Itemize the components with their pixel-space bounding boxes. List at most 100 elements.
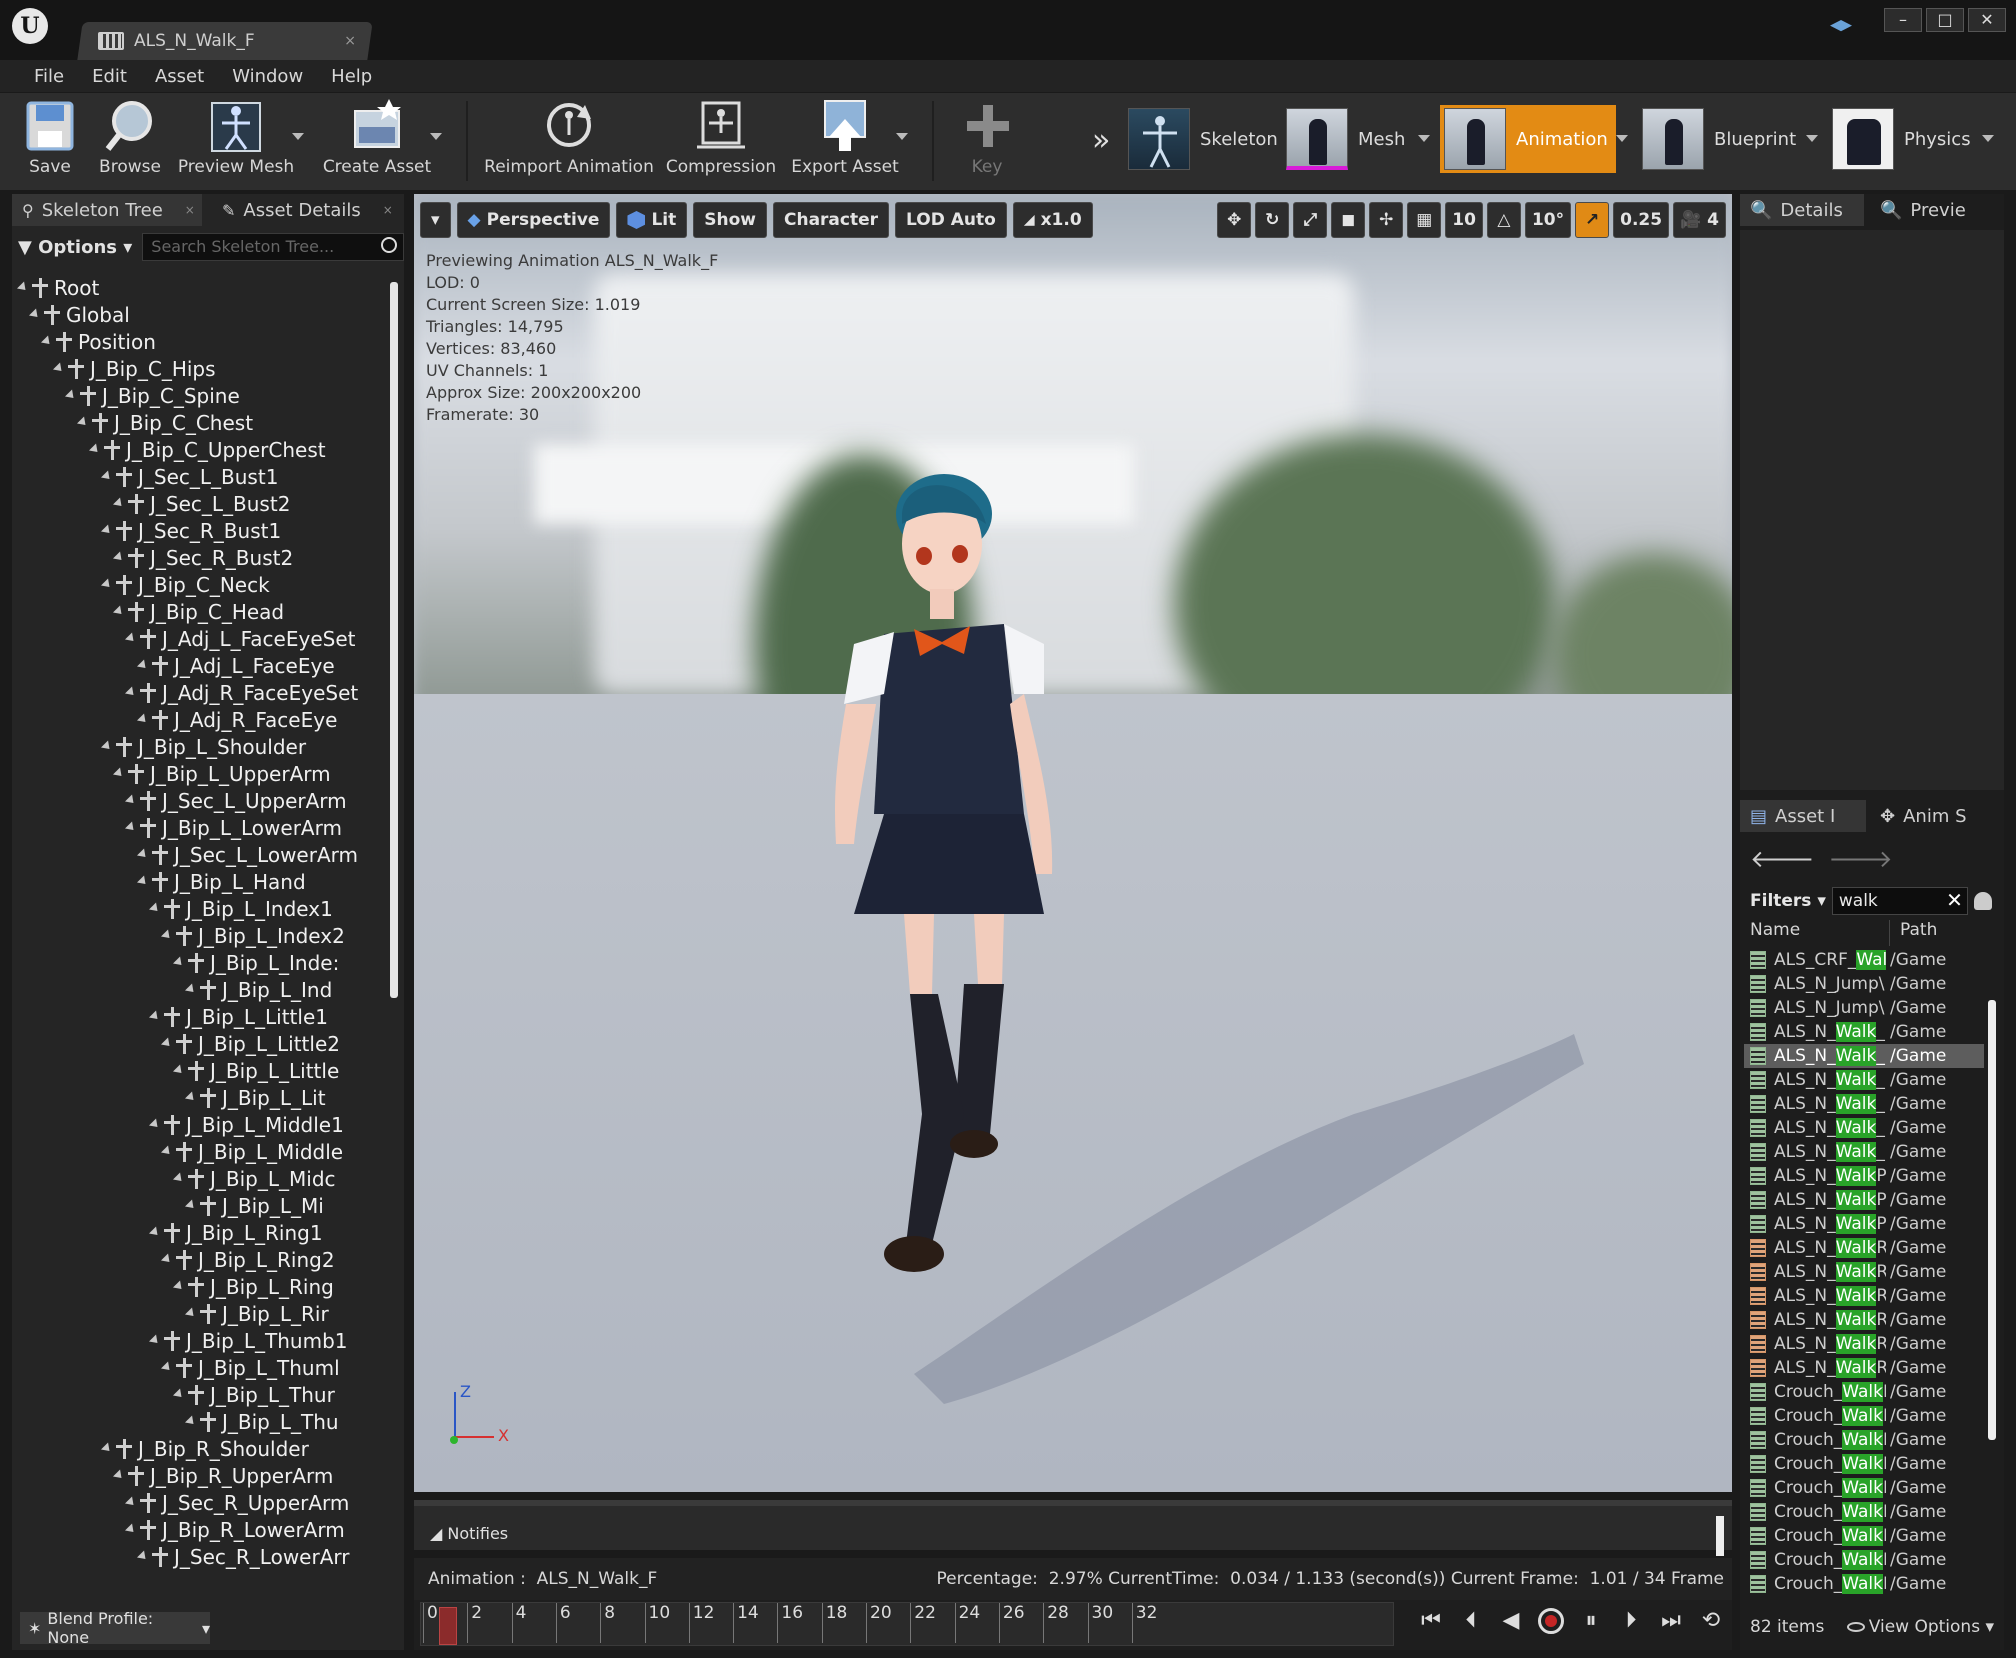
bone-row[interactable]: J_Bip_R_Shoulder	[100, 1435, 309, 1462]
menu-edit[interactable]: Edit	[78, 66, 141, 87]
physics-dropdown-icon[interactable]	[1982, 135, 1994, 142]
user-filter-icon[interactable]	[1973, 892, 1992, 910]
expand-arrow-icon[interactable]	[100, 1442, 114, 1455]
expand-arrow-icon[interactable]	[124, 794, 138, 807]
blend-profile-dropdown[interactable]: ✶ Blend Profile: None ▾	[20, 1609, 210, 1647]
asset-row[interactable]: ALS_N_Walk_/Game	[1744, 1140, 1984, 1164]
asset-row[interactable]: ALS_N_Walk_/Game	[1744, 1020, 1984, 1044]
asset-row[interactable]: ALS_N_WalkR/Game	[1744, 1260, 1984, 1284]
forward-arrow-icon[interactable]: 🡒	[1828, 844, 1892, 873]
grid-snap-icon[interactable]: ▦	[1407, 202, 1442, 238]
menu-asset[interactable]: Asset	[141, 66, 218, 87]
asset-row[interactable]: Crouch_WalkF/Game	[1744, 1524, 1984, 1548]
bone-row[interactable]: J_Bip_L_Ring2	[160, 1246, 335, 1273]
tab-preview-settings[interactable]: 🔍 Previe	[1870, 194, 2000, 226]
character-button[interactable]: Character	[773, 202, 890, 238]
blueprint-dropdown-icon[interactable]	[1806, 135, 1818, 142]
expand-arrow-icon[interactable]	[148, 1226, 162, 1239]
bone-row[interactable]: J_Bip_L_Little1	[148, 1003, 328, 1030]
bone-row[interactable]: J_Sec_L_LowerArm	[136, 841, 358, 868]
expand-arrow-icon[interactable]	[148, 1118, 162, 1131]
tab-details[interactable]: 🔍 Details	[1740, 194, 1864, 226]
expand-arrow-icon[interactable]	[88, 443, 102, 456]
asset-row[interactable]: ALS_N_Jump\/Game	[1744, 996, 1984, 1020]
expand-arrow-icon[interactable]	[160, 1361, 174, 1374]
asset-row[interactable]: Crouch_WalkF/Game	[1744, 1476, 1984, 1500]
expand-arrow-icon[interactable]	[100, 470, 114, 483]
expand-arrow-icon[interactable]	[124, 686, 138, 699]
asset-row[interactable]: ALS_N_Jump\/Game	[1744, 972, 1984, 996]
perspective-button[interactable]: ◆ Perspective	[456, 202, 611, 238]
expand-arrow-icon[interactable]	[172, 1388, 186, 1401]
pause-icon[interactable]: ⏸	[1578, 1608, 1604, 1634]
reimport-animation-button[interactable]: Reimport Animation	[484, 97, 654, 185]
bone-row[interactable]: J_Bip_L_Ring1	[148, 1219, 323, 1246]
expand-arrow-icon[interactable]	[184, 1415, 198, 1428]
expand-arrow-icon[interactable]	[124, 1496, 138, 1509]
bone-row[interactable]: J_Bip_C_Spine	[64, 382, 240, 409]
bone-row[interactable]: J_Bip_C_Chest	[76, 409, 253, 436]
compression-button[interactable]: Compression	[666, 97, 776, 185]
expand-arrow-icon[interactable]	[160, 1253, 174, 1266]
menu-file[interactable]: File	[20, 66, 78, 87]
scale-snap-icon[interactable]: ↗	[1575, 202, 1610, 238]
asset-row[interactable]: Crouch_WalkF/Game	[1744, 1500, 1984, 1524]
expand-arrow-icon[interactable]	[16, 281, 30, 294]
mode-blueprint-button[interactable]: Blueprint	[1638, 105, 1804, 173]
expand-arrow-icon[interactable]	[100, 578, 114, 591]
asset-row[interactable]: Crouch_WalkE/Game	[1744, 1452, 1984, 1476]
expand-arrow-icon[interactable]	[64, 389, 78, 402]
key-button[interactable]: Key	[954, 97, 1020, 185]
bone-row[interactable]: J_Sec_R_Bust2	[112, 544, 293, 571]
bone-row[interactable]: J_Bip_C_Neck	[100, 571, 270, 598]
expand-arrow-icon[interactable]	[148, 1010, 162, 1023]
lod-button[interactable]: LOD Auto	[895, 202, 1007, 238]
viewport-options-dropdown[interactable]: ▾	[420, 202, 451, 238]
tab-close-icon[interactable]: ×	[383, 203, 393, 217]
bone-row[interactable]: J_Sec_R_UpperArm	[124, 1489, 349, 1516]
export-dropdown-icon[interactable]	[896, 133, 908, 140]
expand-arrow-icon[interactable]	[100, 740, 114, 753]
bone-row[interactable]: J_Bip_L_Shoulder	[100, 733, 306, 760]
asset-row[interactable]: ALS_N_Walk_/Game	[1744, 1044, 1984, 1068]
chevron-right-icon[interactable]: »	[1092, 123, 1110, 158]
expand-arrow-icon[interactable]	[148, 902, 162, 915]
create-asset-dropdown-icon[interactable]	[430, 133, 442, 140]
surface-snap-icon[interactable]: ✢	[1369, 202, 1404, 238]
bone-row[interactable]: J_Bip_L_Rir	[184, 1300, 329, 1327]
bone-row[interactable]: J_Bip_L_Middle1	[148, 1111, 344, 1138]
expand-arrow-icon[interactable]	[112, 767, 126, 780]
graduation-cap-icon[interactable]	[1830, 20, 1852, 32]
bone-row[interactable]: J_Bip_L_Index1	[148, 895, 333, 922]
bone-row[interactable]: J_Bip_L_Thumb1	[148, 1327, 347, 1354]
notifies-label[interactable]: ◢ Notifies	[430, 1524, 508, 1543]
bone-row[interactable]: J_Bip_L_Little2	[160, 1030, 340, 1057]
bone-row[interactable]: J_Bip_L_Lit	[184, 1084, 326, 1111]
expand-arrow-icon[interactable]	[160, 929, 174, 942]
mode-physics-button[interactable]: Physics	[1828, 105, 1979, 173]
bone-row[interactable]: J_Bip_R_Hand	[138, 1570, 308, 1574]
bone-row[interactable]: Position	[40, 328, 156, 355]
asset-row[interactable]: Crouch_WalkF/Game	[1744, 1572, 1984, 1596]
bone-row[interactable]: J_Bip_L_Ind	[184, 976, 332, 1003]
close-window-button[interactable]: ✕	[1968, 8, 2006, 32]
tab-asset-details[interactable]: ✎ Asset Details ×	[212, 194, 404, 226]
mode-mesh-button[interactable]: Mesh	[1282, 105, 1413, 173]
bone-row[interactable]: Root	[16, 274, 99, 301]
bone-row[interactable]: J_Bip_L_Midc	[172, 1165, 336, 1192]
expand-arrow-icon[interactable]	[148, 1334, 162, 1347]
asset-row[interactable]: ALS_N_WalkR/Game	[1744, 1308, 1984, 1332]
bone-row[interactable]: J_Bip_L_Thuml	[160, 1354, 340, 1381]
show-button[interactable]: Show	[693, 202, 767, 238]
step-forward-icon[interactable]: ⏵	[1618, 1608, 1644, 1634]
tab-close-icon[interactable]: ×	[344, 33, 356, 49]
menu-window[interactable]: Window	[218, 66, 317, 87]
world-local-icon[interactable]: ◼	[1331, 202, 1366, 238]
skip-to-end-icon[interactable]: ⏭	[1658, 1608, 1684, 1634]
rotation-snap-icon[interactable]: △	[1486, 202, 1521, 238]
mode-skeleton-button[interactable]: Skeleton	[1124, 105, 1286, 173]
asset-search-input[interactable]: walk ✕	[1831, 887, 1968, 915]
animation-dropdown-icon[interactable]	[1616, 135, 1628, 142]
expand-arrow-icon[interactable]	[136, 848, 150, 861]
bone-row[interactable]: J_Sec_R_LowerArr	[136, 1543, 349, 1570]
